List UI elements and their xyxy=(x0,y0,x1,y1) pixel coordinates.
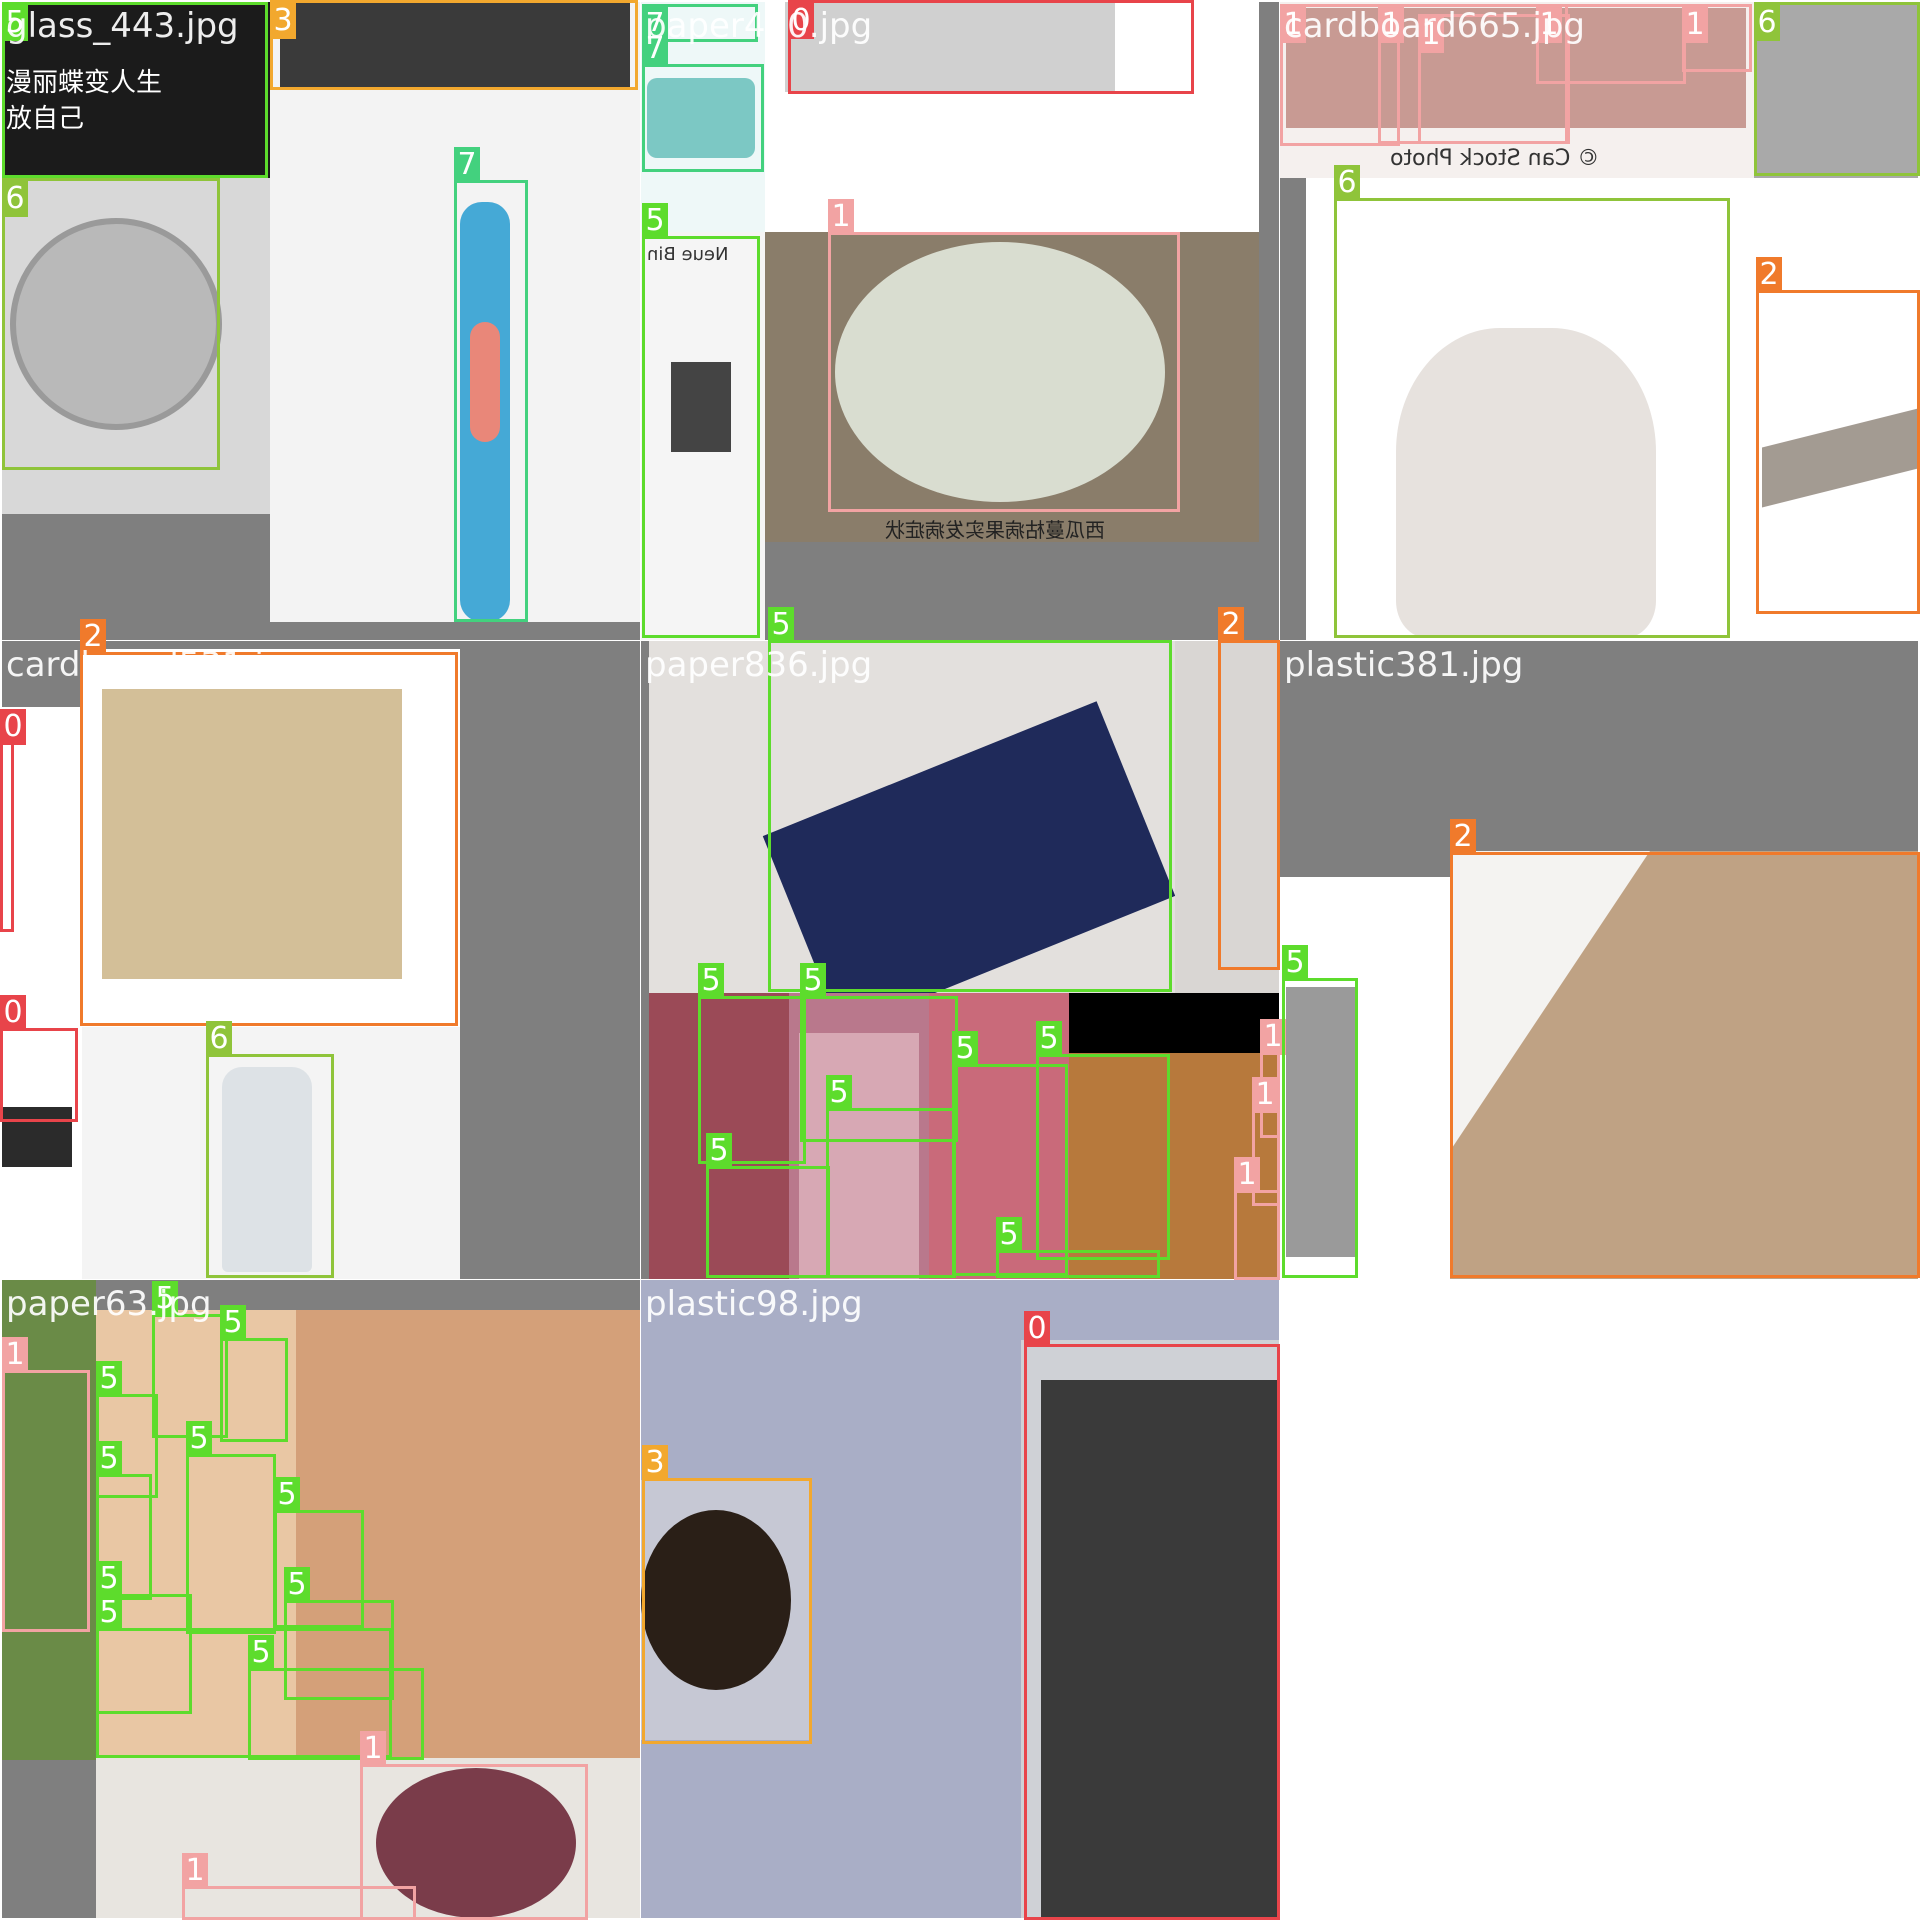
detection-box: 2 xyxy=(1756,257,1920,614)
melon-caption: 西瓜蔓枯病果实发病症状 xyxy=(885,518,1105,542)
detection-box: 1 xyxy=(828,199,1180,512)
class-label: 7 xyxy=(454,147,480,183)
class-label: 5 xyxy=(284,1567,310,1603)
tile-title: glass_443.jpg xyxy=(6,6,239,46)
detection-box: 0 xyxy=(0,709,26,932)
detection-box: 5 xyxy=(996,1217,1160,1278)
class-label: 1 xyxy=(1252,1077,1278,1113)
detection-box: 5 xyxy=(1282,945,1358,1278)
detection-box: 0 xyxy=(1024,1311,1280,1920)
empty-tile xyxy=(1280,1280,1920,1920)
class-label: 1 xyxy=(182,1853,208,1889)
class-label: 1 xyxy=(360,1731,386,1767)
class-label: 5 xyxy=(274,1477,300,1513)
detection-box: 1 xyxy=(1234,1157,1280,1280)
photo-laptop-edge xyxy=(2,707,82,1279)
detection-box: 6 xyxy=(1334,165,1730,638)
class-label: 5 xyxy=(706,1133,732,1169)
class-label: 0 xyxy=(1024,1311,1050,1347)
class-label: 6 xyxy=(2,181,28,217)
detection-box: 0 xyxy=(0,995,78,1122)
class-label: 5 xyxy=(800,963,826,999)
class-label: 1 xyxy=(828,199,854,235)
detection-box: 5 xyxy=(186,1421,276,1634)
tile-title: paper400.jpg xyxy=(645,6,873,46)
class-label: 6 xyxy=(206,1021,232,1057)
class-label: 3 xyxy=(270,3,296,39)
detection-box: 1 xyxy=(2,1337,90,1632)
class-label: 5 xyxy=(96,1361,122,1397)
class-label: 5 xyxy=(698,963,724,999)
detection-box: 5 xyxy=(826,1075,956,1278)
class-label: 1 xyxy=(1234,1157,1260,1193)
class-label: 5 xyxy=(1282,945,1308,981)
class-label: 5 xyxy=(1036,1021,1062,1057)
tile-title: cardboard665.jpg xyxy=(1284,6,1585,46)
class-label: 5 xyxy=(96,1595,122,1631)
class-label: 2 xyxy=(1218,607,1244,643)
detection-box: 5 xyxy=(706,1133,830,1278)
detection-box: 6 xyxy=(206,1021,334,1278)
stock-watermark: © Can Stock Photo xyxy=(1390,146,1600,171)
class-label: 2 xyxy=(1450,819,1476,855)
detection-box: 7 xyxy=(642,31,764,172)
detection-box: 6 xyxy=(2,178,220,470)
detection-box: 5 xyxy=(220,1305,288,1442)
class-label: 5 xyxy=(186,1421,212,1457)
detection-box: 5 xyxy=(96,1595,392,1758)
detection-box: 5 xyxy=(768,607,1172,992)
detection-mosaic: 漫丽蝶变人生 放自己 glass_443.jpg Neue Bin 西瓜蔓枯病果… xyxy=(0,0,1920,1920)
detection-box: 2 xyxy=(80,619,458,1026)
class-label: 1 xyxy=(1682,7,1708,43)
detection-box: 6 xyxy=(1754,2,1920,176)
detection-box: 5 xyxy=(642,203,760,638)
tile-title: paper63.jpg xyxy=(6,1284,212,1324)
class-label: 0 xyxy=(0,995,26,1031)
detection-box: 2 xyxy=(1450,819,1920,1278)
tile-title: cardboard531.jpg xyxy=(6,645,307,685)
detection-box: 7 xyxy=(454,147,528,622)
detection-box: 1 xyxy=(1682,4,1752,72)
class-label: 5 xyxy=(826,1075,852,1111)
detection-box: 5 xyxy=(1036,1021,1170,1260)
class-label: 6 xyxy=(1334,165,1360,201)
class-label: 1 xyxy=(2,1337,28,1373)
detection-box: 5 xyxy=(152,1281,228,1438)
detection-box: 1 xyxy=(182,1853,416,1920)
class-label: 5 xyxy=(952,1031,978,1067)
detection-box: 3 xyxy=(642,1445,812,1744)
class-label: 2 xyxy=(1756,257,1782,293)
class-label: 0 xyxy=(0,709,26,745)
class-label: 5 xyxy=(996,1217,1022,1253)
detection-box: 3 xyxy=(270,0,638,90)
tile-title: plastic381.jpg xyxy=(1284,645,1524,685)
class-label: 5 xyxy=(96,1561,122,1597)
tile-title: paper836.jpg xyxy=(645,645,873,685)
class-label: 5 xyxy=(220,1305,246,1341)
class-label: 5 xyxy=(768,607,794,643)
class-label: 3 xyxy=(642,1445,668,1481)
class-label: 5 xyxy=(642,203,668,239)
tile-title: plastic98.jpg xyxy=(645,1284,863,1324)
class-label: 6 xyxy=(1754,5,1780,41)
detection-box: 2 xyxy=(1218,607,1280,970)
class-label: 5 xyxy=(96,1441,122,1477)
